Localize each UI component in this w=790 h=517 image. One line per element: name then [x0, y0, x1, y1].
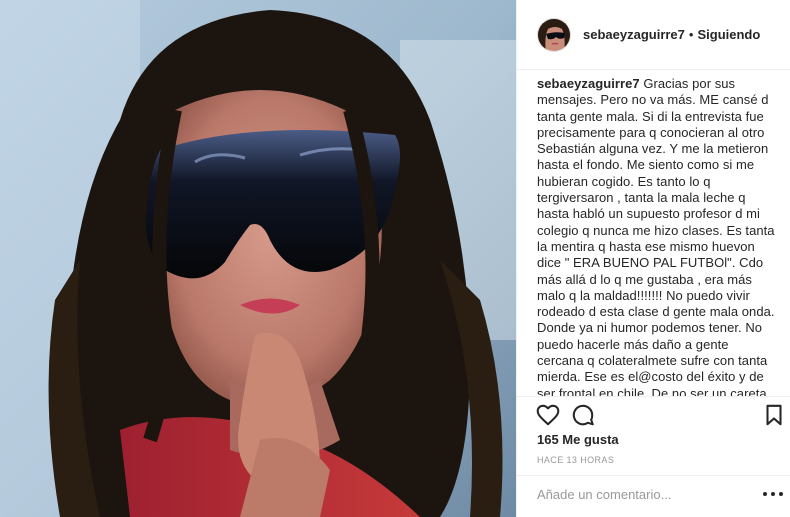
more-options-icon [763, 492, 767, 496]
save-button[interactable] [761, 402, 787, 428]
add-comment-bar [517, 475, 790, 517]
like-button[interactable] [535, 402, 561, 428]
caption-username-link[interactable]: sebaeyzaguirre7 [537, 76, 640, 91]
post-photo-image [0, 0, 516, 517]
bookmark-icon [766, 404, 782, 426]
heart-icon [536, 404, 560, 426]
avatar[interactable] [537, 17, 571, 52]
post-timestamp[interactable]: HACE 13 HORAS [537, 455, 614, 465]
more-options-icon [771, 492, 775, 496]
instagram-post: sebaeyzaguirre7 • Siguiendo sebaeyzaguir… [0, 0, 790, 517]
comment-bubble-icon [572, 404, 594, 426]
post-photo[interactable] [0, 0, 516, 517]
comment-button[interactable] [570, 402, 596, 428]
more-options-icon [779, 492, 783, 496]
comment-input[interactable] [537, 484, 737, 504]
post-caption: sebaeyzaguirre7 Gracias por sus mensajes… [537, 76, 777, 396]
follow-status-button[interactable]: Siguiendo [697, 27, 760, 42]
more-options-button[interactable] [763, 486, 783, 502]
header-username-link[interactable]: sebaeyzaguirre7 [583, 27, 685, 42]
separator-dot: • [688, 27, 694, 42]
post-header: sebaeyzaguirre7 • Siguiendo [517, 0, 790, 70]
likes-count[interactable]: 165 Me gusta [537, 432, 619, 447]
post-details-panel: sebaeyzaguirre7 • Siguiendo sebaeyzaguir… [516, 0, 790, 517]
avatar-image [538, 18, 570, 51]
post-actions-section: 165 Me gusta HACE 13 HORAS [517, 396, 790, 517]
caption-text: Gracias por sus mensajes. Pero no va más… [537, 76, 775, 396]
